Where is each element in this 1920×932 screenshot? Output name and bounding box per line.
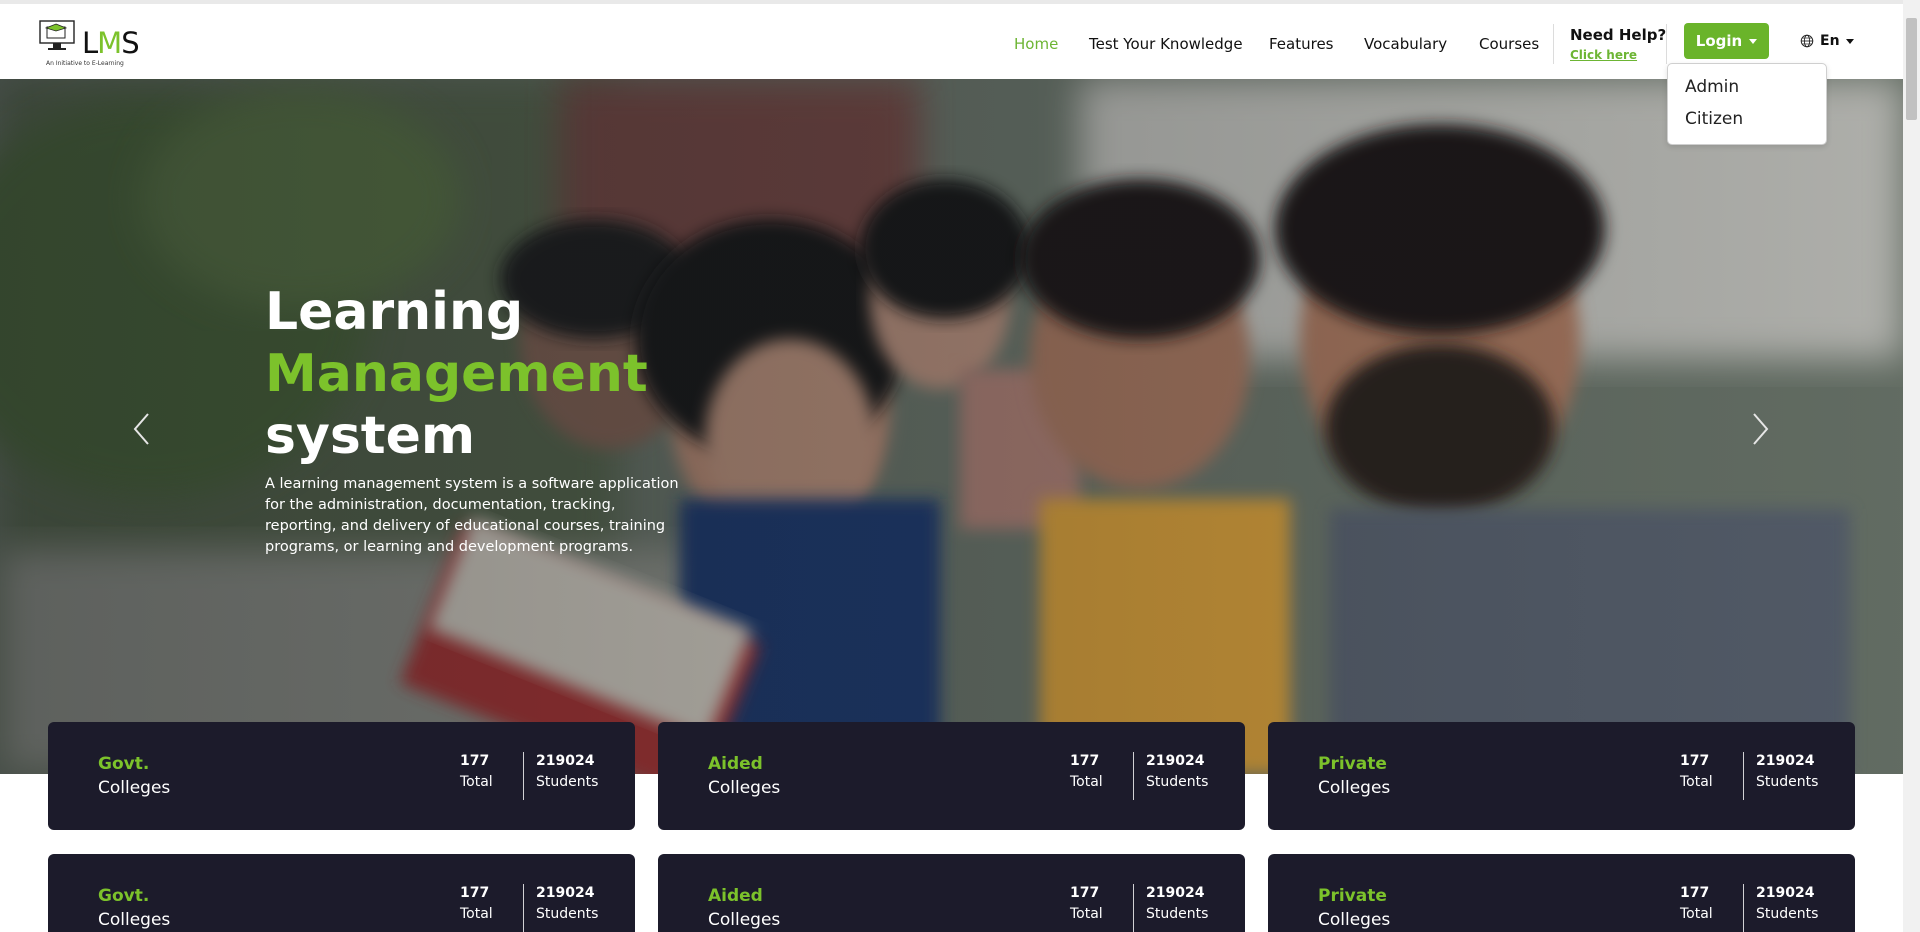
caret-down-icon	[1845, 38, 1854, 44]
stat-card-aided: Aided Colleges 177 Total 219024 Students	[658, 722, 1245, 830]
stat-students-label: Students	[536, 906, 599, 922]
chevron-right-icon[interactable]	[1749, 411, 1771, 447]
stat-divider	[1133, 752, 1134, 800]
language-label: En	[1820, 33, 1840, 49]
login-button[interactable]: Login	[1684, 23, 1769, 59]
stat-kind: Aided	[708, 754, 763, 774]
stat-total-value: 177	[1070, 885, 1100, 901]
login-dropdown-menu: Admin Citizen	[1667, 63, 1827, 145]
globe-icon	[1800, 34, 1814, 48]
stat-sub: Colleges	[708, 910, 781, 930]
stat-total-label: Total	[1070, 906, 1103, 922]
stat-card-govt: Govt. Colleges 177 Total 219024 Students	[48, 854, 635, 932]
stat-divider	[523, 884, 524, 932]
stat-students-label: Students	[1146, 906, 1209, 922]
scrollbar-thumb[interactable]	[1906, 18, 1917, 120]
stat-sub: Colleges	[708, 778, 781, 798]
stat-card-govt: Govt. Colleges 177 Total 219024 Students	[48, 722, 635, 830]
stat-total-value: 177	[1070, 753, 1100, 769]
stat-card-private: Private Colleges 177 Total 219024 Studen…	[1268, 722, 1855, 830]
need-help-title: Need Help?	[1570, 26, 1667, 44]
stat-students-value: 219024	[1756, 885, 1815, 901]
page-scrollbar[interactable]	[1903, 0, 1920, 932]
stat-students-value: 219024	[1756, 753, 1815, 769]
menu-item-citizen[interactable]: Citizen	[1685, 109, 1743, 129]
caret-down-icon	[1749, 38, 1758, 44]
stat-divider	[1743, 752, 1744, 800]
logo-text: LMS	[82, 26, 140, 60]
stat-students-label: Students	[1756, 906, 1819, 922]
stat-students-label: Students	[536, 774, 599, 790]
nav-home[interactable]: Home	[1014, 35, 1058, 53]
site-logo[interactable]: LMS An Initiative to E-Learning	[38, 18, 148, 72]
stat-divider	[1133, 884, 1134, 932]
menu-item-admin[interactable]: Admin	[1685, 77, 1739, 97]
hero-title-line1: Learning	[265, 282, 524, 342]
stat-total-value: 177	[1680, 885, 1710, 901]
stat-sub: Colleges	[98, 910, 171, 930]
nav-divider	[1553, 24, 1554, 64]
stat-kind: Private	[1318, 886, 1387, 906]
language-selector[interactable]: En	[1800, 33, 1854, 49]
stat-total-label: Total	[1680, 906, 1713, 922]
hero-title: Learning Management system	[265, 281, 648, 467]
stat-kind: Govt.	[98, 886, 150, 906]
nav-features[interactable]: Features	[1269, 35, 1334, 53]
login-label: Login	[1695, 32, 1743, 50]
stat-card-private: Private Colleges 177 Total 219024 Studen…	[1268, 854, 1855, 932]
logo-tagline: An Initiative to E-Learning	[46, 60, 124, 67]
stat-total-label: Total	[460, 774, 493, 790]
stat-sub: Colleges	[1318, 910, 1391, 930]
help-link[interactable]: Click here	[1570, 48, 1637, 62]
stat-kind: Aided	[708, 886, 763, 906]
stat-total-label: Total	[460, 906, 493, 922]
stat-total-value: 177	[460, 753, 490, 769]
stat-sub: Colleges	[1318, 778, 1391, 798]
logo-monitor-icon	[39, 20, 75, 50]
hero-carousel: Learning Management system A learning ma…	[0, 79, 1903, 774]
stat-divider	[523, 752, 524, 800]
stat-kind: Private	[1318, 754, 1387, 774]
stat-kind: Govt.	[98, 754, 150, 774]
stat-students-label: Students	[1146, 774, 1209, 790]
chevron-left-icon[interactable]	[131, 411, 153, 447]
stat-total-value: 177	[1680, 753, 1710, 769]
stat-divider	[1743, 884, 1744, 932]
stat-students-value: 219024	[1146, 753, 1205, 769]
stat-students-label: Students	[1756, 774, 1819, 790]
nav-vocabulary[interactable]: Vocabulary	[1364, 35, 1447, 53]
stat-students-value: 219024	[536, 885, 595, 901]
hero-description: A learning management system is a softwa…	[265, 476, 679, 555]
stat-students-value: 219024	[536, 753, 595, 769]
nav-courses[interactable]: Courses	[1479, 35, 1539, 53]
nav-test-your-knowledge[interactable]: Test Your Knowledge	[1089, 35, 1243, 53]
stat-card-aided: Aided Colleges 177 Total 219024 Students	[658, 854, 1245, 932]
nav-divider	[1666, 24, 1667, 64]
site-header: LMS An Initiative to E-Learning Home Tes…	[0, 4, 1903, 79]
hero-title-line3: system	[265, 406, 476, 466]
stat-total-value: 177	[460, 885, 490, 901]
stat-total-label: Total	[1070, 774, 1103, 790]
hero-title-line2: Management	[265, 344, 648, 404]
stat-sub: Colleges	[98, 778, 171, 798]
stat-students-value: 219024	[1146, 885, 1205, 901]
stat-total-label: Total	[1680, 774, 1713, 790]
